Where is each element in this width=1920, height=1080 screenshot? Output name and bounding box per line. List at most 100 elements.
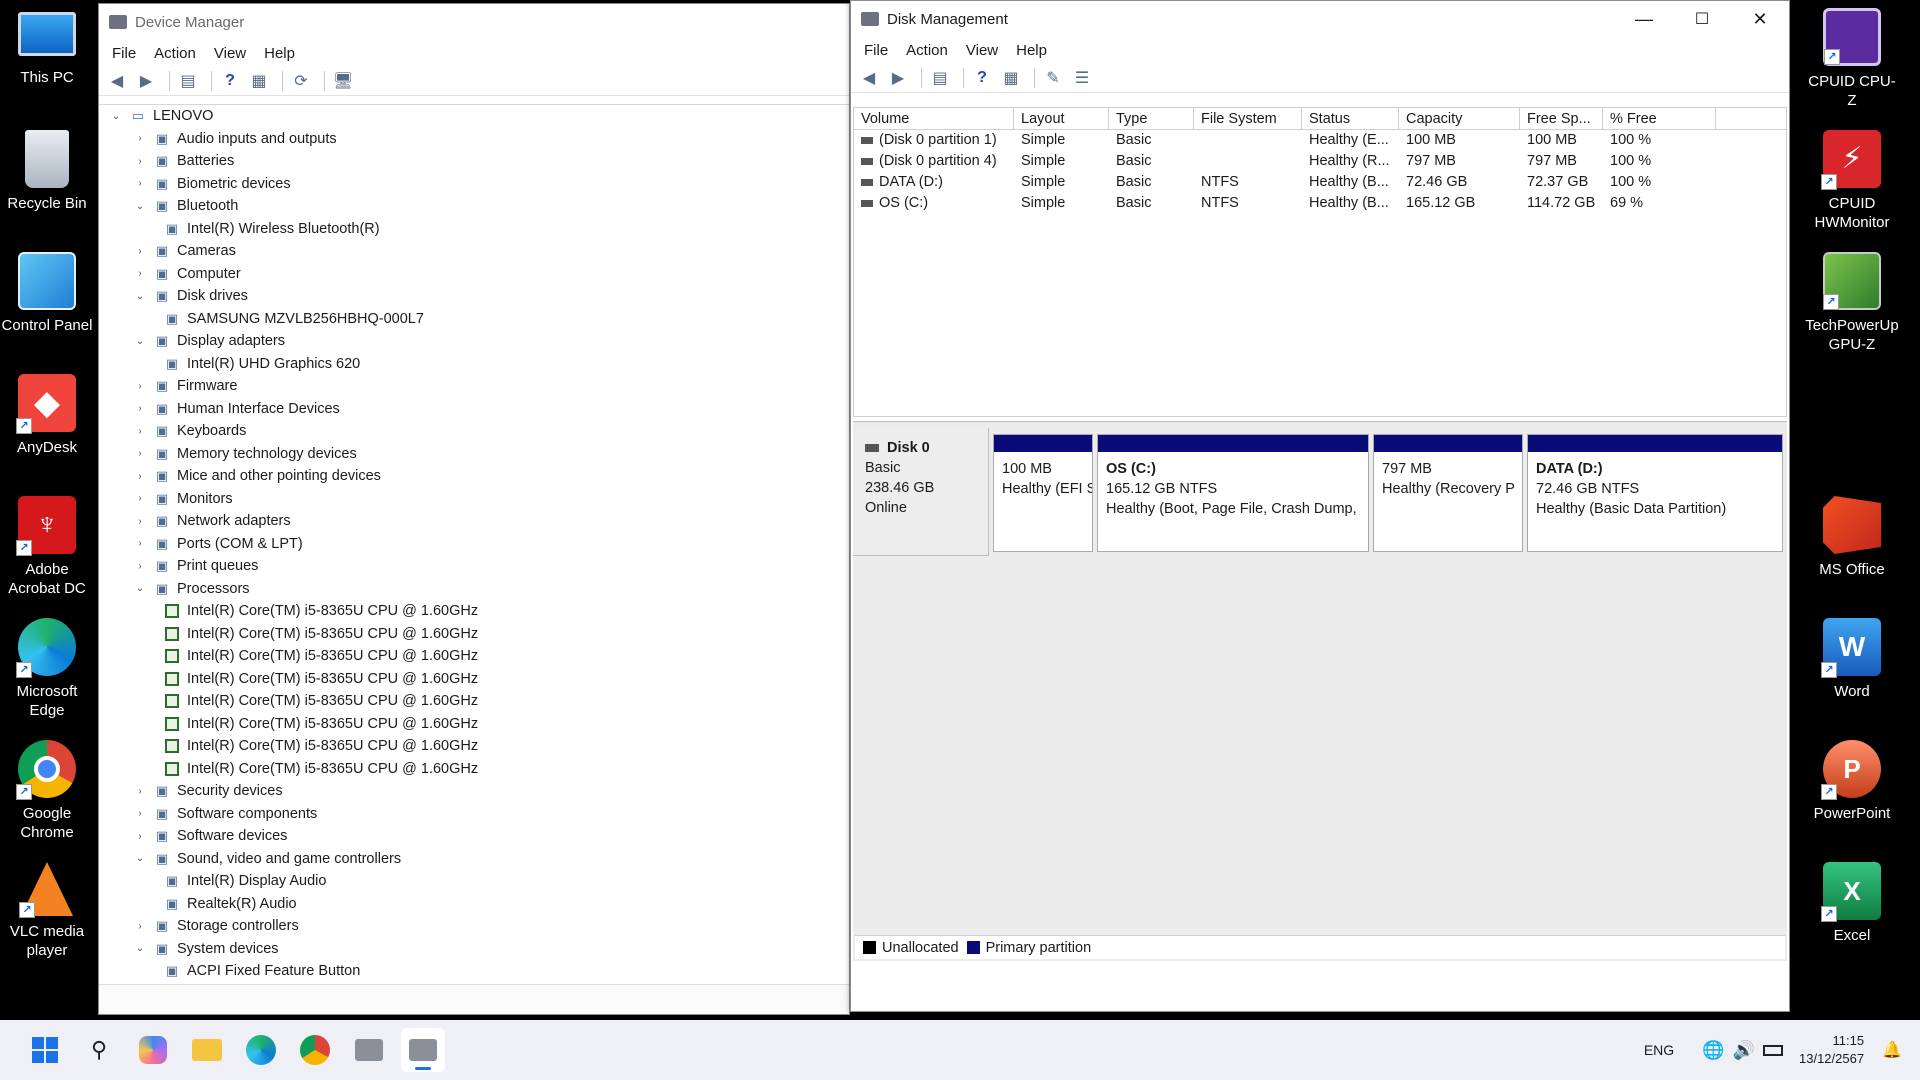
chevron-right-icon[interactable]: › (133, 426, 147, 437)
tree-device[interactable]: ▣ Intel(R) Display Audio (99, 870, 849, 893)
volume-row[interactable]: DATA (D:) Simple Basic NTFS Healthy (B... 72.… (854, 172, 1786, 193)
tree-device[interactable]: Intel(R) Core(TM) i5-8365U CPU @ 1.60GHz (99, 600, 849, 623)
properties-icon[interactable]: ▦ (247, 70, 271, 92)
chevron-right-icon[interactable]: › (133, 246, 147, 257)
column-header[interactable]: Layout (1014, 108, 1109, 129)
column-header[interactable]: Free Sp... (1520, 108, 1603, 129)
chevron-right-icon[interactable]: › (133, 808, 147, 819)
help-icon[interactable]: ? (970, 67, 994, 89)
tree-category[interactable]: ⌄ ▣ Processors (99, 578, 849, 601)
desktop-icon-ms-office[interactable]: MS Office (1804, 496, 1900, 579)
partition-block[interactable]: OS (C:) 165.12 GB NTFS Healthy (Boot, Pa… (1097, 434, 1369, 552)
column-header[interactable]: Capacity (1399, 108, 1520, 129)
tree-device[interactable]: Intel(R) Core(TM) i5-8365U CPU @ 1.60GHz (99, 690, 849, 713)
disk-info[interactable]: Disk 0 Basic 238.46 GB Online (853, 428, 989, 556)
tree-device[interactable]: ▣ Intel(R) UHD Graphics 620 (99, 353, 849, 376)
volume-row[interactable]: (Disk 0 partition 1) Simple Basic Healthy (… (854, 130, 1786, 151)
column-header[interactable]: Type (1109, 108, 1194, 129)
chevron-right-icon[interactable]: › (133, 561, 147, 572)
scan-hardware-icon[interactable]: ⟳ (289, 70, 313, 92)
file-explorer-button[interactable] (185, 1028, 229, 1072)
desktop-icon-gpu-z[interactable]: ↗ TechPowerUp GPU-Z (1804, 252, 1900, 354)
menu-view[interactable]: View (957, 42, 1007, 59)
desktop-icon-this-pc[interactable]: This PC (0, 8, 94, 87)
desktop-icon-chrome[interactable]: ↗ Google Chrome (0, 740, 94, 842)
tree-device[interactable]: Intel(R) Core(TM) i5-8365U CPU @ 1.60GHz (99, 758, 849, 781)
chevron-down-icon[interactable]: ⌄ (133, 291, 147, 302)
chevron-right-icon[interactable]: › (133, 831, 147, 842)
desktop-icon-anydesk[interactable]: ◆ ↗ AnyDesk (0, 374, 94, 457)
network-icon[interactable]: 🌐 (1702, 1040, 1724, 1061)
column-header[interactable]: File System (1194, 108, 1302, 129)
chevron-down-icon[interactable]: ⌄ (133, 583, 147, 594)
desktop-icon-adobe-acrobat[interactable]: ♆ ↗ Adobe Acrobat DC (0, 496, 94, 598)
show-hide-console-tree-icon[interactable]: ▤ (928, 67, 952, 89)
tree-category[interactable]: ⌄ ▣ Disk drives (99, 285, 849, 308)
desktop-icon-powerpoint[interactable]: P ↗ PowerPoint (1804, 740, 1900, 823)
device-manager-taskbar-button[interactable] (347, 1028, 391, 1072)
edit-icon[interactable]: ✎ (1041, 67, 1065, 89)
chrome-button[interactable] (293, 1028, 337, 1072)
language-indicator[interactable]: ENG (1644, 1042, 1674, 1058)
partition-block[interactable]: 100 MB Healthy (EFI S (993, 434, 1093, 552)
tree-category[interactable]: › ▣ Storage controllers (99, 915, 849, 938)
tree-category[interactable]: › ▣ Audio inputs and outputs (99, 128, 849, 151)
disk-management-window[interactable]: Disk Management — ☐ ✕ File Action View H… (850, 0, 1790, 1012)
chevron-right-icon[interactable]: › (133, 538, 147, 549)
menu-file[interactable]: File (855, 42, 897, 59)
disk-management-taskbar-button[interactable] (401, 1028, 445, 1072)
partition-block[interactable]: DATA (D:) 72.46 GB NTFS Healthy (Basic D… (1527, 434, 1783, 552)
monitor-icon[interactable]: 🖥 (331, 70, 355, 92)
help-icon[interactable]: ? (218, 70, 242, 92)
column-header[interactable]: Volume (854, 108, 1014, 129)
tree-device[interactable]: Intel(R) Core(TM) i5-8365U CPU @ 1.60GHz (99, 713, 849, 736)
battery-icon[interactable] (1763, 1044, 1783, 1056)
tree-device[interactable]: ▣ Intel(R) Wireless Bluetooth(R) (99, 218, 849, 241)
tree-category[interactable]: › ▣ Batteries (99, 150, 849, 173)
tree-category[interactable]: › ▣ Security devices (99, 780, 849, 803)
chevron-down-icon[interactable]: ⌄ (133, 943, 147, 954)
tree-category[interactable]: › ▣ Software devices (99, 825, 849, 848)
volume-row[interactable]: OS (C:) Simple Basic NTFS Healthy (B... 165.1… (854, 193, 1786, 214)
chevron-right-icon[interactable]: › (133, 381, 147, 392)
menu-action[interactable]: Action (897, 42, 957, 59)
back-icon[interactable]: ◀ (857, 67, 881, 89)
tree-category[interactable]: › ▣ Computer (99, 263, 849, 286)
tree-device[interactable]: Intel(R) Core(TM) i5-8365U CPU @ 1.60GHz (99, 623, 849, 646)
horizontal-scrollbar[interactable] (99, 984, 849, 1014)
chevron-right-icon[interactable]: › (133, 921, 147, 932)
maximize-button[interactable]: ☐ (1673, 9, 1731, 29)
tree-category[interactable]: › ▣ Monitors (99, 488, 849, 511)
menu-view[interactable]: View (205, 45, 255, 62)
copilot-button[interactable] (131, 1028, 175, 1072)
close-button[interactable]: ✕ (1731, 9, 1789, 30)
chevron-down-icon[interactable]: ⌄ (109, 111, 123, 122)
chevron-down-icon[interactable]: ⌄ (133, 201, 147, 212)
tree-device[interactable]: Intel(R) Core(TM) i5-8365U CPU @ 1.60GHz (99, 735, 849, 758)
clock[interactable]: 11:15 13/12/2567 (1799, 1032, 1864, 1068)
menu-help[interactable]: Help (255, 45, 304, 62)
list-icon[interactable]: ☰ (1070, 67, 1094, 89)
tree-category[interactable]: ⌄ ▣ Display adapters (99, 330, 849, 353)
properties-icon[interactable]: ▦ (999, 67, 1023, 89)
desktop-icon-word[interactable]: W ↗ Word (1804, 618, 1900, 701)
menu-file[interactable]: File (103, 45, 145, 62)
desktop-icon-cpu-z[interactable]: ↗ CPUID CPU-Z (1804, 8, 1900, 110)
tree-category[interactable]: › ▣ Mice and other pointing devices (99, 465, 849, 488)
menu-help[interactable]: Help (1007, 42, 1056, 59)
volume-list[interactable]: Volume Layout Type File System Status Ca… (853, 107, 1787, 417)
tree-category[interactable]: › ▣ Software components (99, 803, 849, 826)
column-header[interactable]: Status (1302, 108, 1399, 129)
tree-category[interactable]: › ▣ Print queues (99, 555, 849, 578)
desktop-icon-control-panel[interactable]: Control Panel (0, 252, 94, 335)
column-header[interactable]: % Free (1603, 108, 1716, 129)
chevron-right-icon[interactable]: › (133, 448, 147, 459)
desktop-icon-edge[interactable]: ↗ Microsoft Edge (0, 618, 94, 720)
disk-management-titlebar[interactable]: Disk Management — ☐ ✕ (851, 1, 1789, 37)
chevron-right-icon[interactable]: › (133, 786, 147, 797)
tree-category[interactable]: › ▣ Network adapters (99, 510, 849, 533)
tree-category[interactable]: › ▣ Biometric devices (99, 173, 849, 196)
tree-category[interactable]: ⌄ ▣ Bluetooth (99, 195, 849, 218)
chevron-right-icon[interactable]: › (133, 133, 147, 144)
tree-device[interactable]: ▣ Realtek(R) Audio (99, 893, 849, 916)
